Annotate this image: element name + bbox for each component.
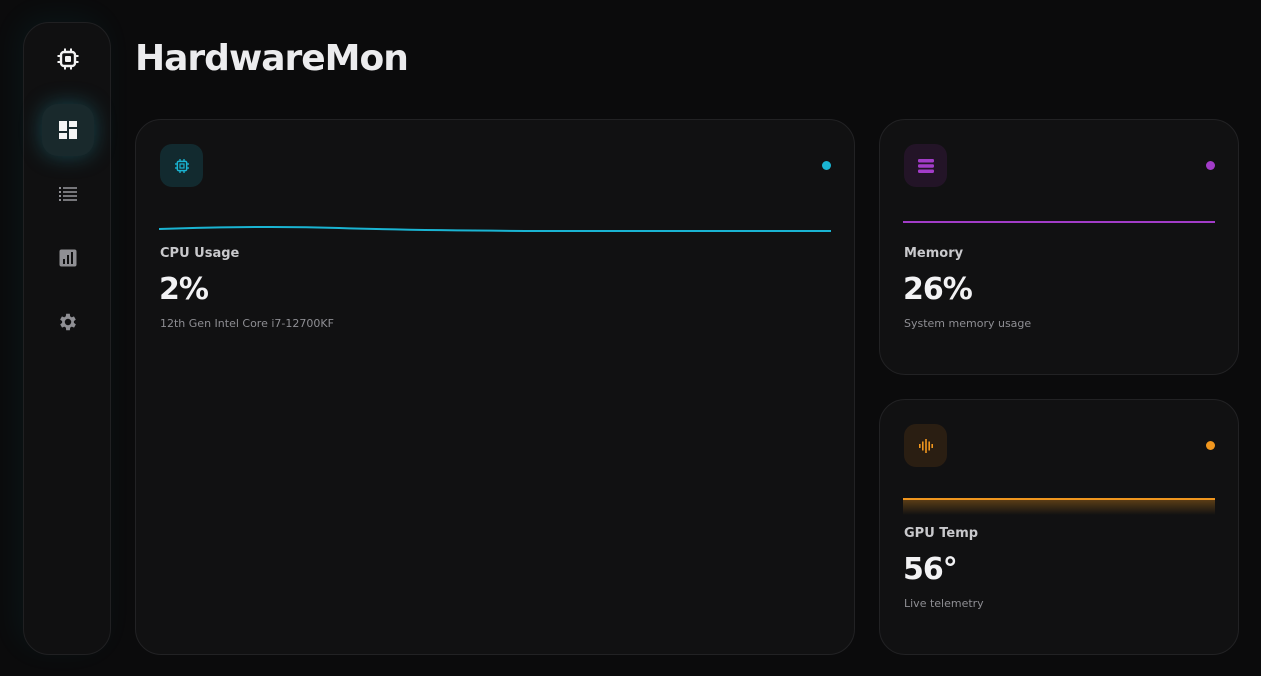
cpu-sparkline bbox=[159, 225, 831, 232]
memory-label: Memory bbox=[904, 246, 964, 261]
cpu-card[interactable]: CPU Usage 2% 12th Gen Intel Core i7-1270… bbox=[135, 119, 855, 655]
gpu-status-dot bbox=[1206, 441, 1215, 450]
analytics-icon bbox=[59, 249, 77, 267]
gpu-value: 56° bbox=[903, 552, 958, 587]
cpu-subtitle: 12th Gen Intel Core i7-12700KF bbox=[160, 317, 334, 330]
page-title: HardwareMon bbox=[135, 38, 409, 79]
memory-card[interactable]: Memory 26% System memory usage bbox=[879, 119, 1239, 375]
memory-icon-box bbox=[904, 144, 947, 187]
sidebar-logo[interactable] bbox=[42, 33, 94, 85]
cpu-icon bbox=[174, 158, 189, 173]
gpu-sparkline bbox=[903, 498, 1215, 515]
sidebar-item-list[interactable] bbox=[42, 168, 94, 220]
sidebar-item-settings[interactable] bbox=[42, 296, 94, 348]
cpu-label: CPU Usage bbox=[160, 246, 240, 261]
memory-subtitle: System memory usage bbox=[904, 317, 1032, 330]
memory-sparkline bbox=[903, 221, 1215, 223]
memory-icon bbox=[917, 158, 934, 173]
dashboard-icon bbox=[59, 121, 77, 139]
gpu-label: GPU Temp bbox=[904, 526, 979, 541]
gpu-subtitle: Live telemetry bbox=[904, 597, 984, 610]
cpu-value: 2% bbox=[159, 272, 209, 307]
waveform-icon bbox=[918, 438, 933, 453]
sidebar-item-analytics[interactable] bbox=[42, 232, 94, 284]
chip-icon bbox=[57, 48, 79, 70]
gear-icon bbox=[60, 313, 76, 331]
sidebar bbox=[23, 22, 111, 655]
memory-status-dot bbox=[1206, 161, 1215, 170]
cpu-status-dot bbox=[822, 161, 831, 170]
list-icon bbox=[59, 187, 77, 201]
sidebar-item-dashboard[interactable] bbox=[42, 104, 94, 156]
cpu-icon-box bbox=[160, 144, 203, 187]
gpu-card[interactable]: GPU Temp 56° Live telemetry bbox=[879, 399, 1239, 655]
memory-value: 26% bbox=[903, 272, 973, 307]
gpu-icon-box bbox=[904, 424, 947, 467]
